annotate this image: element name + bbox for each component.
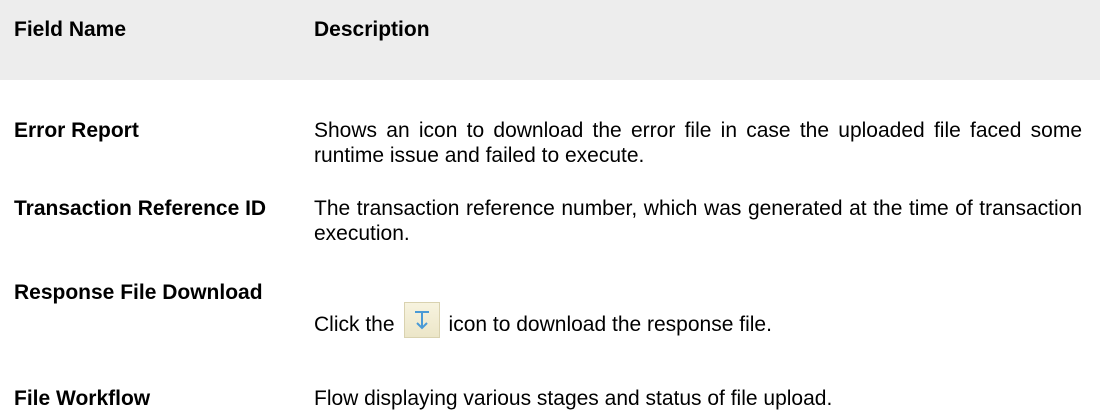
description-text-after-icon: icon to download the response file. (448, 313, 772, 336)
description-error-report: Shows an icon to download the error file… (314, 119, 1082, 167)
description-response-file-download: Click the icon to download the response … (314, 302, 1082, 338)
download-icon (403, 302, 440, 338)
description-text-before-icon: Click the (314, 313, 395, 336)
field-name-file-workflow: File Workflow (14, 387, 151, 410)
field-name-transaction-reference-id: Transaction Reference ID (14, 197, 267, 220)
table-header-row: Field Name Description (0, 0, 1100, 80)
description-file-workflow: Flow displaying various stages and statu… (314, 387, 833, 410)
field-name-error-report: Error Report (14, 119, 139, 142)
header-field-name: Field Name (14, 18, 127, 41)
field-name-response-file-download: Response File Download (14, 281, 263, 304)
header-description: Description (314, 18, 430, 41)
description-transaction-reference-id: The transaction reference number, which … (314, 197, 1082, 245)
